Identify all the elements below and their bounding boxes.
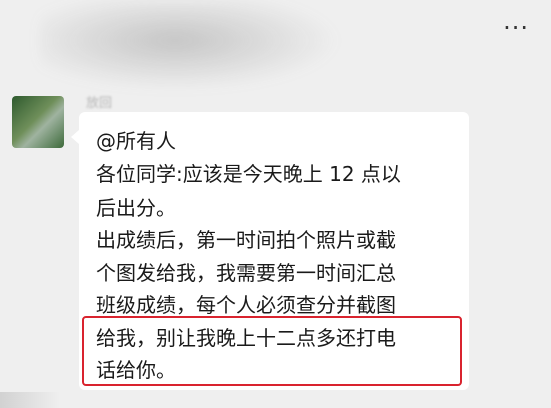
message-line: 后出分。	[96, 196, 176, 220]
highlight-box	[82, 316, 462, 386]
message-line: 出成绩后，第一时间拍个照片或截	[96, 228, 396, 252]
avatar[interactable]	[12, 96, 64, 148]
blurred-header-area	[40, 0, 340, 90]
message-line: @所有人	[96, 129, 176, 153]
message-line: 班级成绩，每个人必须查分并截图	[96, 293, 396, 317]
more-options-icon[interactable]: ···	[503, 14, 529, 42]
message-line: 各位同学:应该是今天晚上 12 点以	[96, 162, 401, 186]
sender-name: 放回	[86, 96, 113, 111]
faded-decoration	[0, 392, 60, 408]
message-line: 个图发给我，我需要第一时间汇总	[96, 261, 396, 285]
